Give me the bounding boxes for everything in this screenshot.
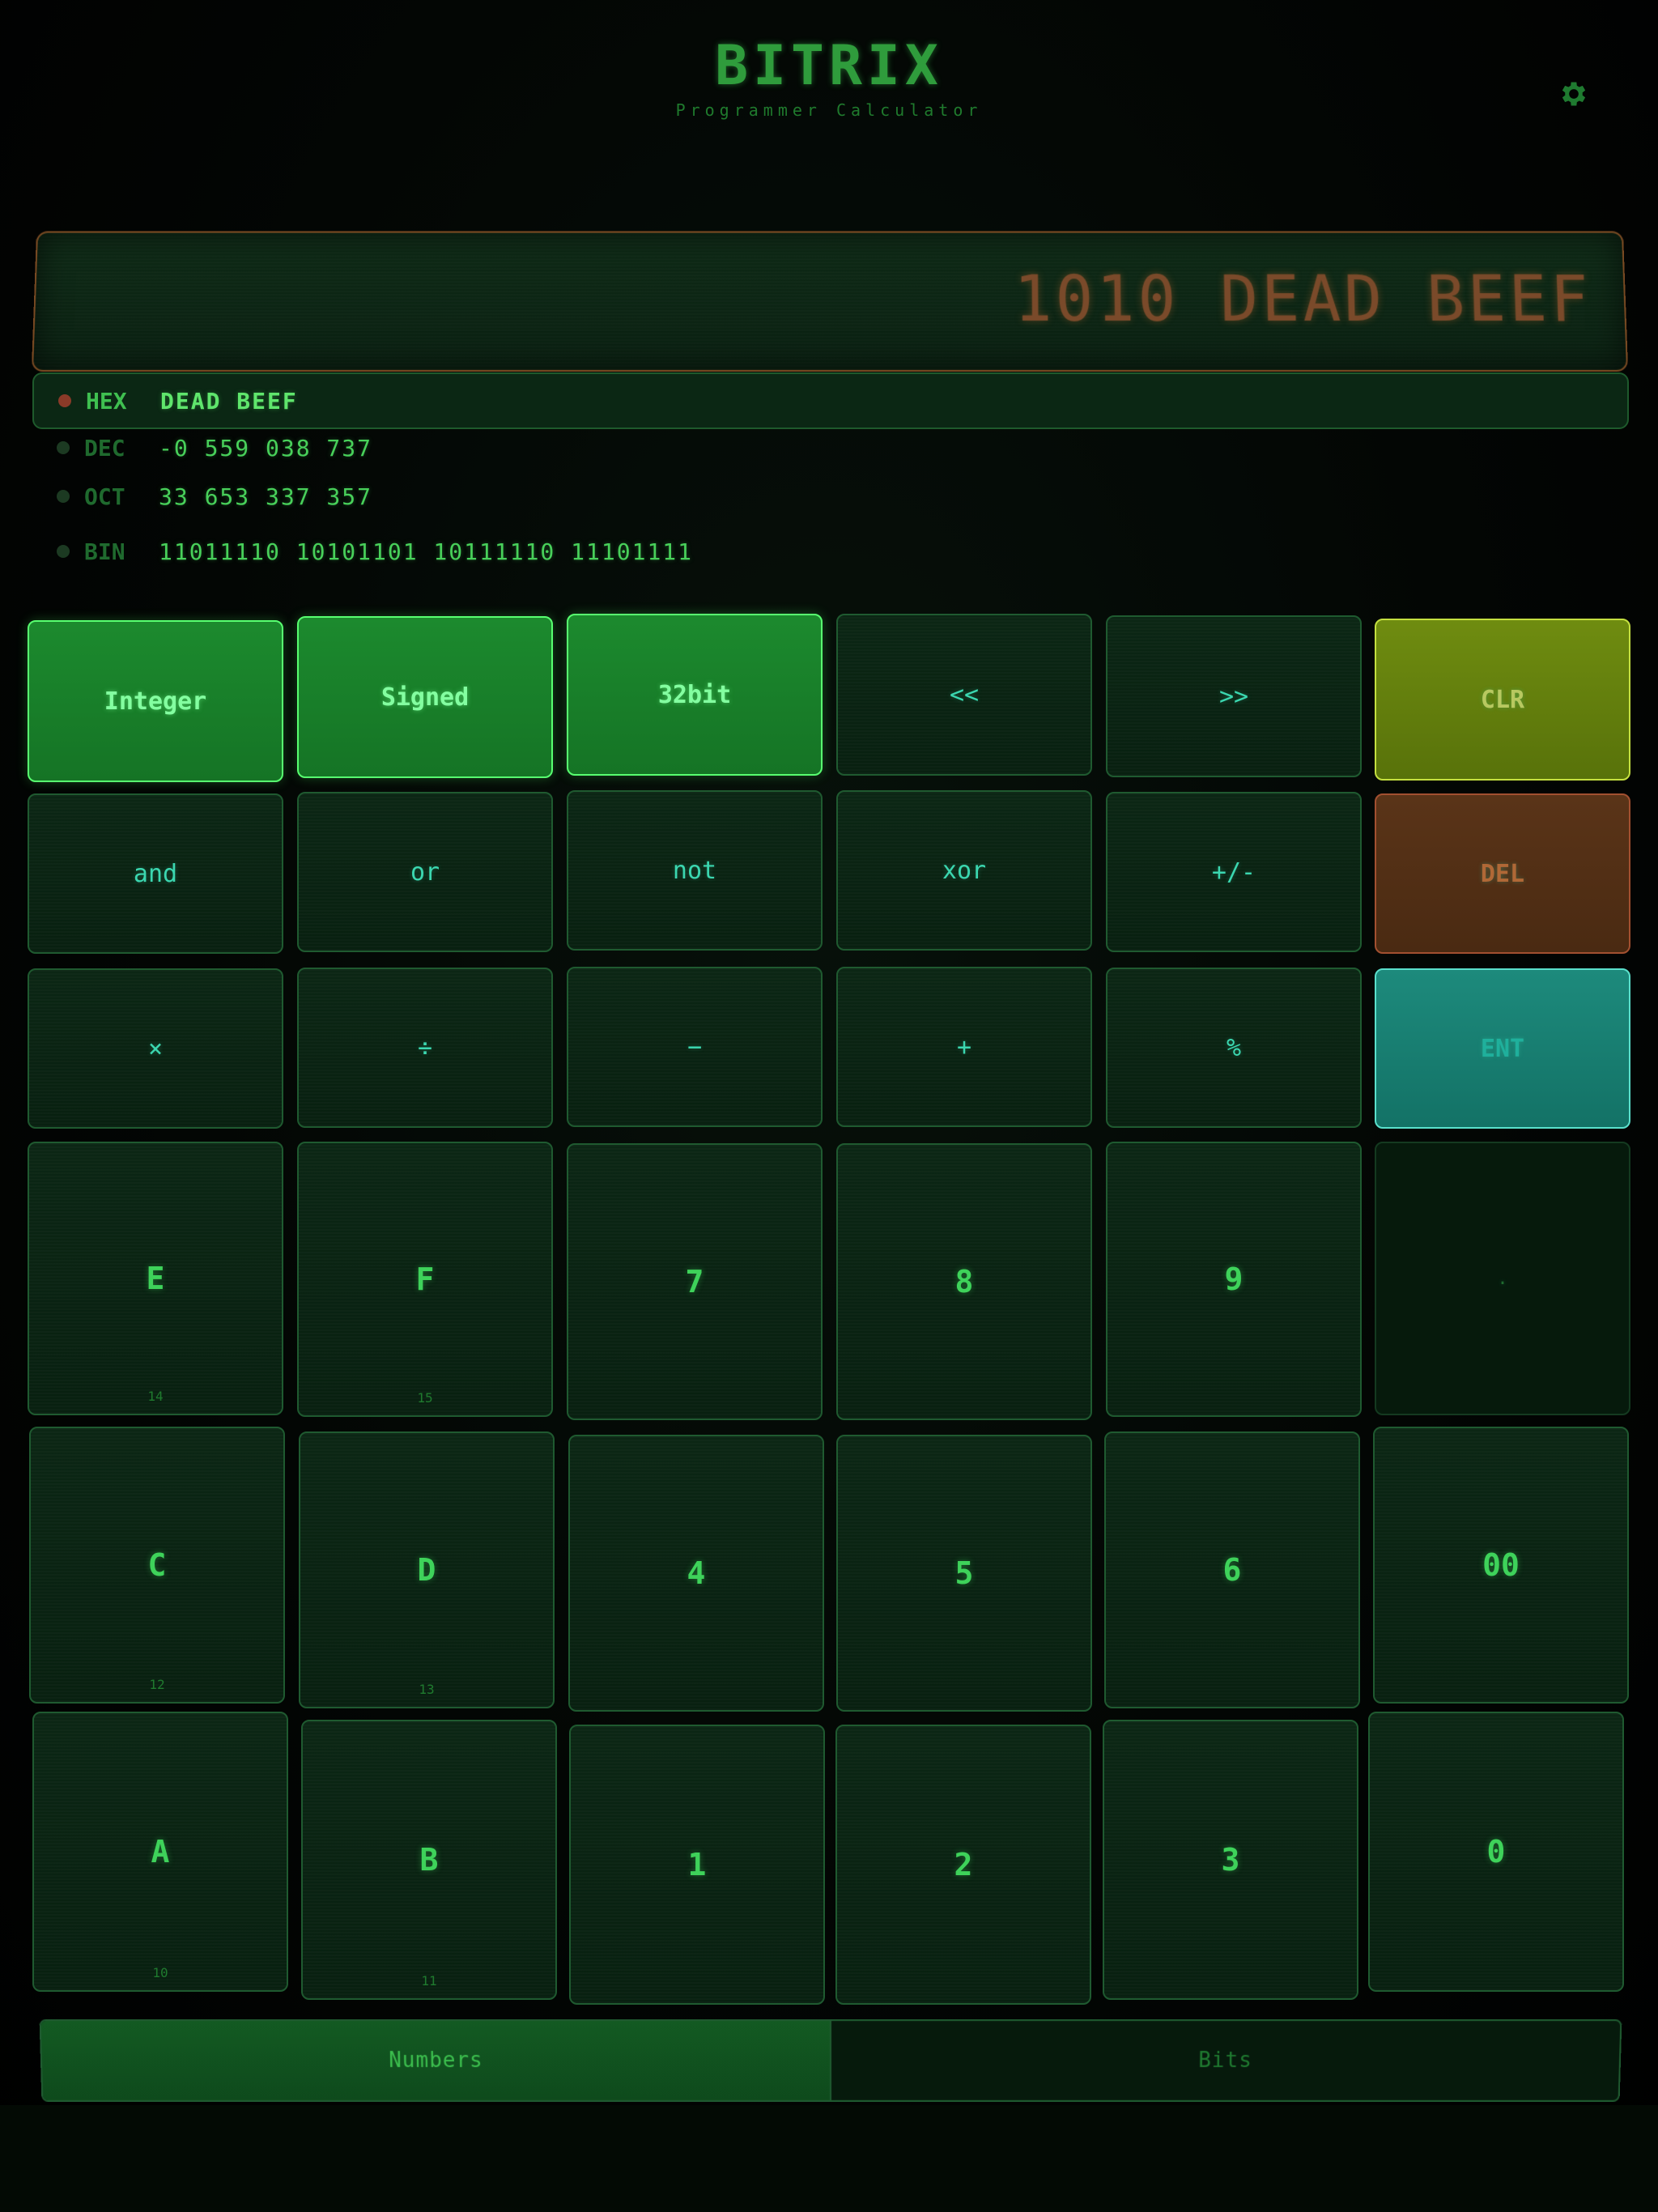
key-value-hint: 12 — [31, 1677, 283, 1692]
enter-button[interactable]: ENT — [1375, 968, 1630, 1129]
key-1[interactable]: 1 — [569, 1725, 825, 2005]
screen-bottom-edge — [0, 2105, 1658, 2212]
key-a[interactable]: A 10 — [32, 1712, 288, 1992]
double-zero-button[interactable]: 00 — [1373, 1427, 1629, 1704]
signed-mode-button[interactable]: Signed — [297, 616, 553, 778]
modulo-button[interactable]: % — [1106, 968, 1362, 1128]
delete-button[interactable]: DEL — [1375, 793, 1630, 954]
key-5[interactable]: 5 — [836, 1435, 1092, 1712]
key-f[interactable]: F 15 — [297, 1142, 553, 1417]
divide-button[interactable]: ÷ — [297, 968, 553, 1128]
key-value-hint: 15 — [299, 1390, 551, 1406]
and-button[interactable]: and — [28, 793, 283, 954]
xor-button[interactable]: xor — [836, 790, 1092, 951]
not-button[interactable]: not — [567, 790, 823, 951]
key-0[interactable]: 0 — [1368, 1712, 1624, 1992]
tab-numbers[interactable]: Numbers — [41, 2021, 831, 2100]
key-6[interactable]: 6 — [1104, 1431, 1360, 1708]
negate-button[interactable]: +/- — [1106, 792, 1362, 952]
key-b[interactable]: B 11 — [301, 1720, 557, 2000]
key-e[interactable]: E 14 — [28, 1142, 283, 1415]
key-value-hint: 10 — [34, 1965, 287, 1980]
shift-right-button[interactable]: >> — [1106, 615, 1362, 777]
calculator-screen: BITRIX Programmer Calculator 1010 DEAD B… — [0, 0, 1658, 2212]
integer-mode-button[interactable]: Integer — [28, 620, 283, 782]
key-c[interactable]: C 12 — [29, 1427, 285, 1704]
key-value-hint: 11 — [303, 1973, 555, 1989]
key-2[interactable]: 2 — [835, 1725, 1091, 2005]
keypad: Integer Signed 32bit << >> CLR and or no… — [0, 0, 1658, 2212]
key-8[interactable]: 8 — [836, 1143, 1092, 1420]
subtract-button[interactable]: − — [567, 967, 823, 1127]
key-9[interactable]: 9 — [1106, 1142, 1362, 1417]
key-value-hint: 14 — [29, 1389, 282, 1404]
key-value-hint: 13 — [300, 1682, 553, 1697]
key-7[interactable]: 7 — [567, 1143, 823, 1420]
multiply-button[interactable]: × — [28, 968, 283, 1129]
tab-bits[interactable]: Bits — [831, 2021, 1620, 2100]
key-3[interactable]: 3 — [1103, 1720, 1358, 2000]
add-button[interactable]: + — [836, 967, 1092, 1127]
word-size-button[interactable]: 32bit — [567, 614, 823, 776]
decimal-point-button[interactable]: . — [1375, 1142, 1630, 1415]
key-4[interactable]: 4 — [568, 1435, 824, 1712]
key-d[interactable]: D 13 — [299, 1431, 555, 1708]
clear-button[interactable]: CLR — [1375, 619, 1630, 781]
bottom-tab-bar: Numbers Bits — [40, 2019, 1622, 2102]
or-button[interactable]: or — [297, 792, 553, 952]
shift-left-button[interactable]: << — [836, 614, 1092, 776]
